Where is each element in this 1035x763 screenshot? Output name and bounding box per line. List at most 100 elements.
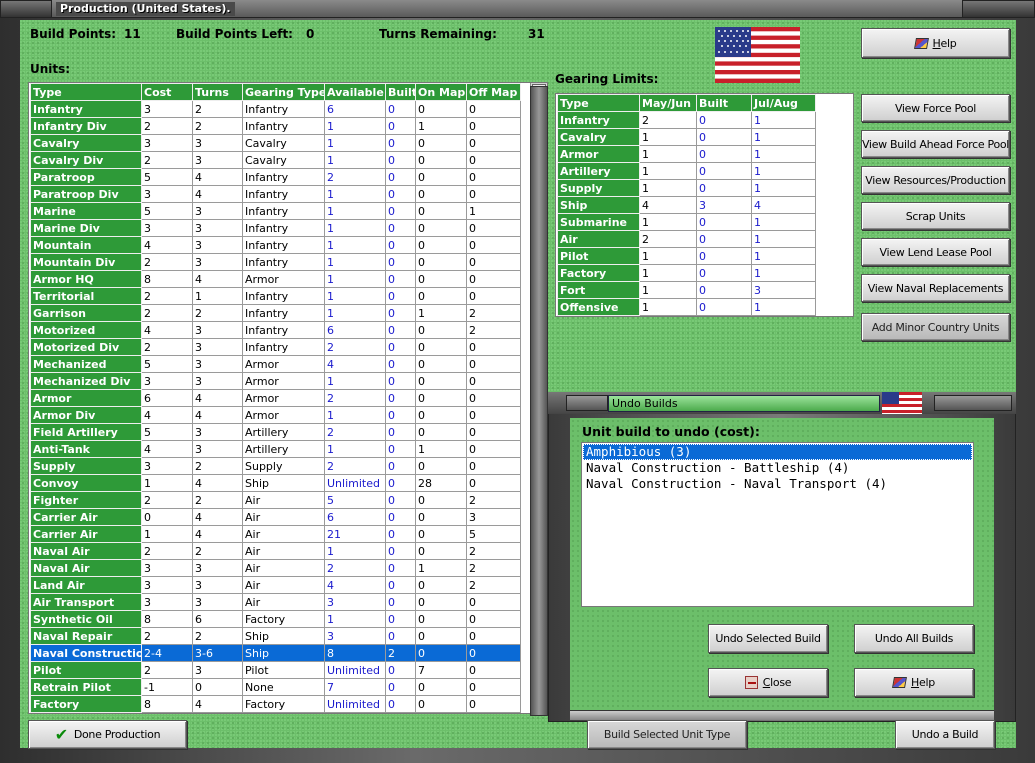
units-table-row[interactable]: Convoy 1 4 Ship Unlimited 0 28 0 — [30, 474, 521, 492]
units-cell[interactable]: Cavalry — [242, 134, 325, 152]
units-table-row[interactable]: Motorized 4 3 Infantry 6 0 0 2 — [30, 321, 521, 339]
units-cell[interactable]: 0 — [385, 627, 416, 645]
units-cell[interactable]: 0 — [415, 423, 467, 441]
units-cell[interactable]: Armor HQ — [30, 270, 142, 288]
units-cell[interactable]: 0 — [385, 236, 416, 254]
units-cell[interactable]: Infantry — [242, 236, 325, 254]
units-table-row[interactable]: Retrain Pilot -1 0 None 7 0 0 0 — [30, 678, 521, 696]
units-cell[interactable]: Air — [242, 525, 325, 543]
units-cell[interactable]: Armor Div — [30, 406, 142, 424]
units-cell[interactable]: 3 — [324, 593, 386, 611]
units-cell[interactable]: Convoy — [30, 474, 142, 492]
units-cell[interactable]: Infantry — [30, 100, 142, 118]
units-cell[interactable]: Unlimited — [324, 695, 386, 713]
units-cell[interactable]: 0 — [415, 151, 467, 169]
units-cell[interactable]: 2-4 — [141, 644, 193, 662]
units-cell[interactable]: Unlimited — [324, 474, 386, 492]
units-cell[interactable]: 0 — [385, 525, 416, 543]
units-table-row[interactable]: Marine 5 3 Infantry 1 0 0 1 — [30, 202, 521, 220]
units-cell[interactable]: 0 — [466, 100, 521, 118]
units-cell[interactable]: 5 — [141, 202, 193, 220]
units-cell[interactable]: 0 — [466, 593, 521, 611]
units-cell[interactable]: 0 — [415, 644, 467, 662]
units-cell[interactable]: 3 — [141, 185, 193, 203]
units-cell[interactable]: 3-6 — [192, 644, 243, 662]
units-cell[interactable]: 0 — [466, 270, 521, 288]
units-cell[interactable]: 2 — [192, 627, 243, 645]
units-cell[interactable]: 3 — [324, 627, 386, 645]
units-column-header[interactable]: On Map — [415, 83, 467, 101]
units-cell[interactable]: 4 — [324, 355, 386, 373]
units-cell[interactable]: 3 — [192, 202, 243, 220]
units-cell[interactable]: 3 — [141, 576, 193, 594]
units-cell[interactable]: 0 — [466, 423, 521, 441]
undo-list-item[interactable]: Amphibious (3) — [583, 444, 972, 460]
units-table-row[interactable]: Armor Div 4 4 Armor 1 0 0 0 — [30, 406, 521, 424]
units-cell[interactable]: 4 — [192, 270, 243, 288]
units-table-row[interactable]: Field Artillery 5 3 Artillery 2 0 0 0 — [30, 423, 521, 441]
units-cell[interactable]: Carrier Air — [30, 525, 142, 543]
units-cell[interactable]: Mountain — [30, 236, 142, 254]
units-cell[interactable]: 21 — [324, 525, 386, 543]
units-cell[interactable]: 0 — [466, 185, 521, 203]
units-cell[interactable]: 2 — [324, 457, 386, 475]
units-cell[interactable]: 0 — [385, 440, 416, 458]
units-cell[interactable]: Armor — [242, 355, 325, 373]
units-cell[interactable]: 0 — [466, 474, 521, 492]
units-cell[interactable]: 5 — [324, 491, 386, 509]
units-cell[interactable]: 0 — [385, 508, 416, 526]
close-button[interactable]: Close — [708, 668, 828, 697]
units-cell[interactable]: 0 — [385, 151, 416, 169]
undo-resize-grip[interactable] — [570, 710, 994, 720]
units-cell[interactable]: Supply — [30, 457, 142, 475]
units-column-header[interactable]: Available — [324, 83, 386, 101]
view-lend-lease-button[interactable]: View Lend Lease Pool — [861, 238, 1010, 266]
units-cell[interactable]: 0 — [415, 576, 467, 594]
units-cell[interactable]: 3 — [192, 423, 243, 441]
units-cell[interactable]: 3 — [141, 372, 193, 390]
units-cell[interactable]: 0 — [466, 440, 521, 458]
units-table-row[interactable]: Armor 6 4 Armor 2 0 0 0 — [30, 389, 521, 407]
units-cell[interactable]: Field Artillery — [30, 423, 142, 441]
units-cell[interactable]: Unlimited — [324, 661, 386, 679]
units-cell[interactable]: Marine Div — [30, 219, 142, 237]
units-cell[interactable]: 2 — [466, 542, 521, 560]
units-cell[interactable]: 2 — [466, 576, 521, 594]
units-cell[interactable]: -1 — [141, 678, 193, 696]
units-cell[interactable]: 0 — [466, 219, 521, 237]
units-cell[interactable]: 0 — [415, 270, 467, 288]
units-cell[interactable]: 6 — [324, 100, 386, 118]
units-cell[interactable]: 5 — [141, 423, 193, 441]
units-cell[interactable]: 3 — [192, 151, 243, 169]
units-cell[interactable]: 4 — [192, 168, 243, 186]
units-cell[interactable]: Armor — [242, 270, 325, 288]
units-cell[interactable]: 0 — [466, 678, 521, 696]
units-cell[interactable]: 0 — [466, 338, 521, 356]
units-cell[interactable]: Paratroop — [30, 168, 142, 186]
units-cell[interactable]: Motorized — [30, 321, 142, 339]
units-cell[interactable]: 3 — [192, 559, 243, 577]
units-cell[interactable]: 3 — [141, 593, 193, 611]
units-cell[interactable]: 6 — [141, 389, 193, 407]
units-cell[interactable]: 0 — [415, 610, 467, 628]
units-cell[interactable]: Armor — [242, 406, 325, 424]
units-cell[interactable]: 0 — [466, 355, 521, 373]
units-cell[interactable]: Cavalry — [242, 151, 325, 169]
units-cell[interactable]: 0 — [385, 576, 416, 594]
units-table-row[interactable]: Mechanized Div 3 3 Armor 1 0 0 0 — [30, 372, 521, 390]
view-naval-replacements-button[interactable]: View Naval Replacements — [861, 274, 1010, 302]
units-cell[interactable]: Mechanized — [30, 355, 142, 373]
units-cell[interactable]: 2 — [141, 287, 193, 305]
units-cell[interactable]: Naval Air — [30, 542, 142, 560]
units-table-row[interactable]: Territorial 2 1 Infantry 1 0 0 0 — [30, 287, 521, 305]
units-cell[interactable]: 1 — [324, 610, 386, 628]
units-cell[interactable]: 5 — [141, 168, 193, 186]
units-cell[interactable]: Air — [242, 559, 325, 577]
units-table-row[interactable]: Supply 3 2 Supply 2 0 0 0 — [30, 457, 521, 475]
units-cell[interactable]: 4 — [192, 406, 243, 424]
units-cell[interactable]: Infantry Div — [30, 117, 142, 135]
units-cell[interactable]: 0 — [466, 253, 521, 271]
units-cell[interactable]: 3 — [192, 355, 243, 373]
units-cell[interactable]: 2 — [141, 661, 193, 679]
units-cell[interactable]: 0 — [466, 117, 521, 135]
